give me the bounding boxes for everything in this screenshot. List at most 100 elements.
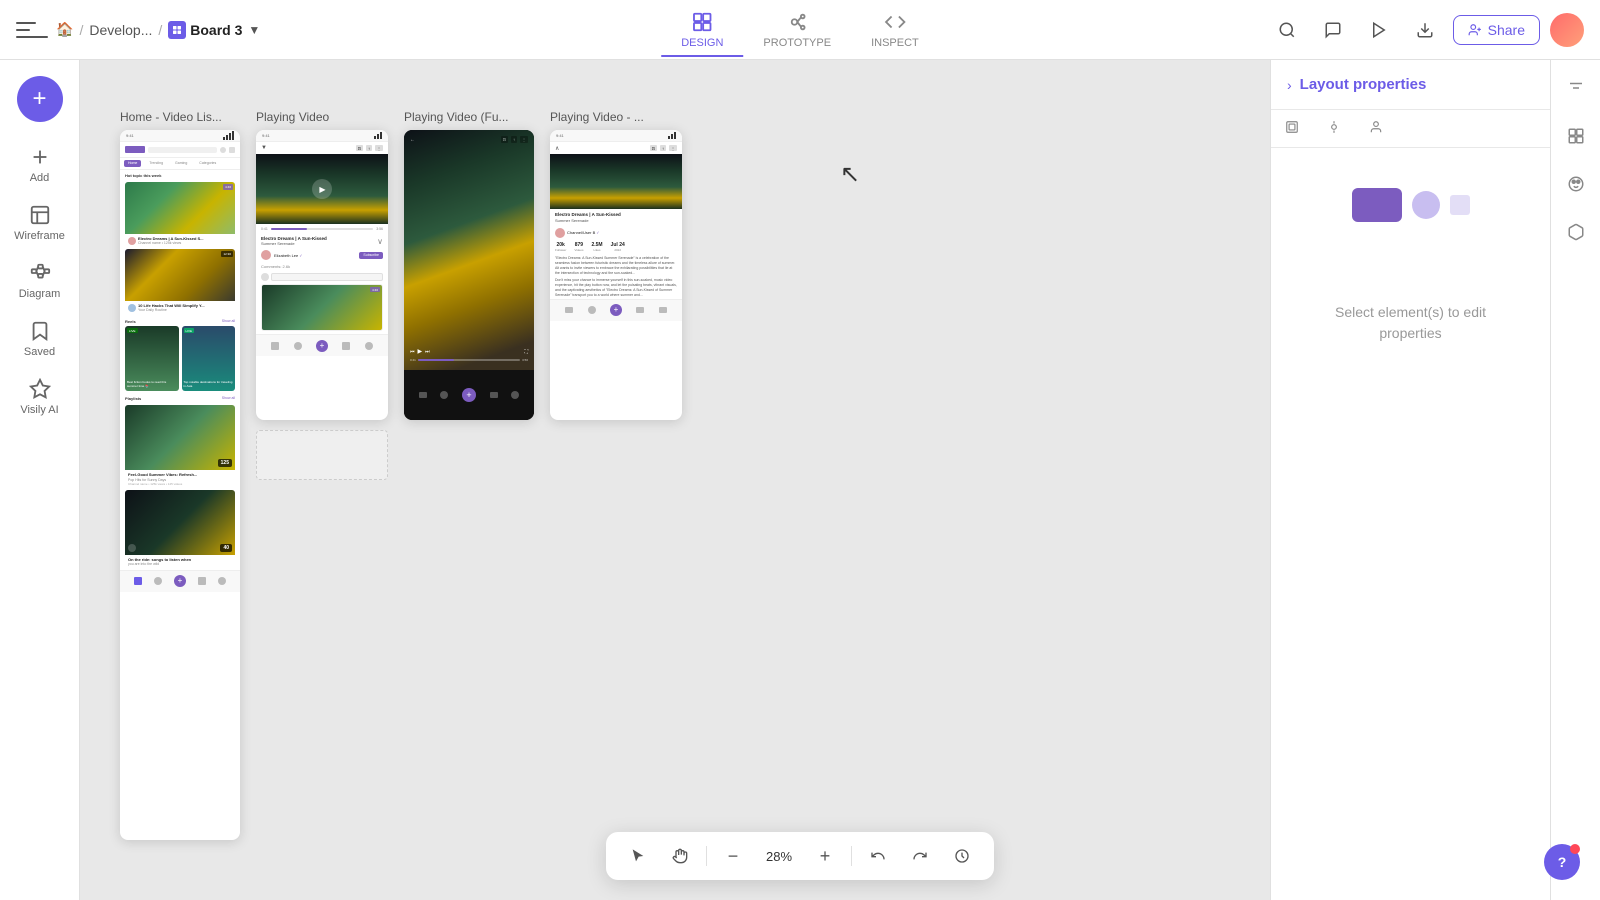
action-more2[interactable] [659, 307, 667, 313]
playlist-card-2[interactable]: 40 On the ride: songs to listen when you… [125, 490, 235, 568]
redo-btn[interactable] [904, 840, 936, 872]
nav-profile[interactable] [218, 577, 226, 585]
video-card-1[interactable]: 4:46 Electro Dreams | A Sun-Kissed S... … [125, 182, 235, 247]
nav-explore[interactable] [154, 577, 162, 585]
action-like[interactable] [565, 307, 573, 313]
panel-header: › Layout properties [1271, 60, 1550, 110]
fs-progress-track[interactable] [418, 359, 520, 361]
sidebar-item-visily-ai[interactable]: Visily AI [5, 370, 75, 424]
download-button[interactable] [1407, 12, 1443, 48]
board-dropdown-icon[interactable]: ▼ [248, 23, 260, 37]
search-button[interactable] [1269, 12, 1305, 48]
sidebar-visily-ai-label: Visily AI [20, 404, 58, 416]
panel-expand-icon[interactable]: › [1287, 77, 1292, 93]
video-card-2[interactable]: 12:30 10 Life Hacks That Will Simplify Y… [125, 249, 235, 314]
details-pip[interactable]: ⊡ [650, 145, 657, 151]
fs-nav-add[interactable]: + [462, 388, 476, 402]
nav-add[interactable]: + [174, 575, 186, 587]
details-more[interactable]: ⋮ [669, 145, 677, 151]
fullscreen-video[interactable]: ← ⊡ ↑ ⋮ ⏮ ▶ ⏭ [404, 130, 534, 370]
share-button[interactable]: Share [1453, 15, 1540, 45]
nav-explore-2[interactable] [294, 342, 302, 350]
zoom-in-btn[interactable]: + [809, 840, 841, 872]
prototype-tool-btn[interactable]: PROTOTYPE [743, 3, 851, 57]
frame-home: Home - Video Lis... 9:41 [120, 110, 240, 840]
fs-nav-3[interactable] [490, 392, 498, 398]
sidebar-item-saved[interactable]: Saved [5, 312, 75, 366]
reel-1[interactable]: LIVE Best fiction books to read this sum… [125, 326, 179, 391]
pip-icon[interactable]: ⊡ [356, 145, 363, 151]
fullscreen-pip[interactable]: ⊡ [501, 136, 508, 143]
details-share[interactable]: ↑ [660, 145, 666, 151]
phone-frame-playing[interactable]: 9:41 ▼ ⊡ ↑ ⋮ [256, 130, 388, 420]
expand-icon[interactable]: ∨ [377, 237, 383, 246]
playlist-card-1[interactable]: 125 Feel-Good Summer Vibes: Refresh... P… [125, 405, 235, 487]
nav-subs-2[interactable] [342, 342, 350, 350]
fs-skip-back[interactable]: ⏮ [410, 349, 415, 355]
comment-button[interactable] [1315, 12, 1351, 48]
notification-dot [1570, 844, 1580, 854]
playlist-play-icon [128, 544, 136, 552]
pan-tool-btn[interactable] [664, 840, 696, 872]
play-button[interactable] [1361, 12, 1397, 48]
back-arrow[interactable]: ▼ [261, 145, 267, 151]
inspect-tool-btn[interactable]: INSPECT [851, 3, 939, 57]
zoom-out-btn[interactable]: − [717, 840, 749, 872]
phone-frame-home[interactable]: 9:41 Home Trendin [120, 130, 240, 840]
fs-nav-4[interactable] [511, 391, 519, 399]
related-video[interactable]: 4:46 [261, 284, 383, 331]
share-small[interactable]: ↑ [366, 145, 372, 151]
sidebar-item-diagram[interactable]: Diagram [5, 254, 75, 308]
fs-play[interactable]: ▶ [418, 348, 423, 355]
video-player-area[interactable]: ▶ [256, 154, 388, 224]
board-name[interactable]: Board 3 ▼ [168, 21, 260, 39]
fullscreen-share[interactable]: ↑ [511, 136, 517, 143]
fullscreen-back[interactable]: ← [410, 137, 415, 143]
nav-home-2[interactable] [271, 342, 279, 350]
fs-nav-1[interactable] [419, 392, 427, 398]
sidebar-item-wireframe[interactable]: Wireframe [5, 196, 75, 250]
action-share[interactable] [636, 307, 644, 313]
panel-icon-filters[interactable] [1560, 72, 1592, 104]
action-comment[interactable] [588, 306, 596, 314]
add-button[interactable]: + [17, 76, 63, 122]
user-avatar[interactable] [1550, 13, 1584, 47]
details-back[interactable]: ∧ [555, 145, 559, 152]
canvas-area[interactable]: Home - Video Lis... 9:41 [80, 60, 1270, 900]
phone-frame-fullscreen[interactable]: ← ⊡ ↑ ⋮ ⏮ ▶ ⏭ [404, 130, 534, 420]
nav-home[interactable] [134, 577, 142, 585]
subscribe-btn[interactable]: Subscribe [359, 252, 383, 259]
action-add[interactable]: + [610, 304, 622, 316]
stat-videos: 2.5M Likes [591, 242, 602, 252]
panel-icon-assets[interactable] [1560, 216, 1592, 248]
sidebar-item-add[interactable]: Add [5, 138, 75, 192]
fs-skip-fwd[interactable]: ⏭ [425, 349, 430, 355]
panel-icon-components[interactable] [1560, 120, 1592, 152]
select-tool-btn[interactable] [622, 840, 654, 872]
panel-icon-color[interactable] [1560, 168, 1592, 200]
reel-2[interactable]: LIVE Top notable destinations for travel… [182, 326, 236, 391]
nav-profile-2[interactable] [365, 342, 373, 350]
menu-button[interactable] [16, 14, 48, 46]
help-button[interactable]: ? [1544, 844, 1580, 880]
reel-caption-2: Top notable destinations for traveling i… [184, 381, 234, 388]
more-icon[interactable]: ⋮ [375, 145, 383, 151]
fullscreen-more[interactable]: ⋮ [520, 136, 528, 143]
nav-add-2[interactable]: + [316, 340, 328, 352]
breadcrumb-project[interactable]: Develop... [89, 22, 152, 38]
panel-tab-design[interactable] [1313, 110, 1355, 147]
details-video-player[interactable] [550, 154, 682, 209]
nav-subs[interactable] [198, 577, 206, 585]
progress-track[interactable] [271, 228, 373, 230]
design-tool-btn[interactable]: DESIGN [661, 3, 743, 57]
phone-frame-details[interactable]: 9:41 ∧ ⊡ ↑ ⋮ [550, 130, 682, 420]
comment-input[interactable] [271, 273, 383, 281]
undo-btn[interactable] [862, 840, 894, 872]
fs-fullscreen[interactable]: ⛶ [524, 349, 528, 355]
fs-nav-2[interactable] [440, 391, 448, 399]
play-button-overlay[interactable]: ▶ [312, 179, 332, 199]
home-icon[interactable]: 🏠 [56, 21, 73, 38]
panel-tab-user[interactable] [1355, 110, 1397, 147]
panel-tab-layers[interactable] [1271, 110, 1313, 147]
history-btn[interactable] [946, 840, 978, 872]
